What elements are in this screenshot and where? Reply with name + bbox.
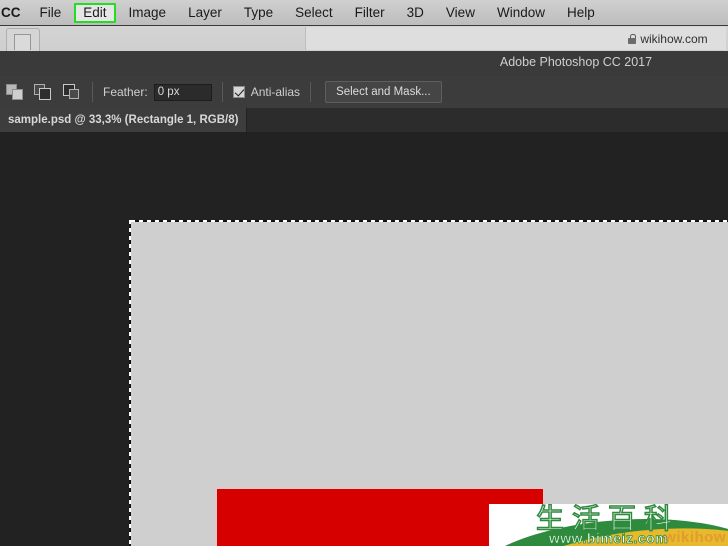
menu-item-layer[interactable]: Layer xyxy=(179,3,231,23)
browser-chrome: wikihow.com xyxy=(0,26,728,51)
selection-marquee-top xyxy=(131,220,728,222)
antialias-option[interactable]: Anti-alias xyxy=(232,85,301,99)
menu-item-select[interactable]: Select xyxy=(286,3,342,23)
antialias-label: Anti-alias xyxy=(250,85,301,99)
document-tab[interactable]: sample.psd @ 33,3% (Rectangle 1, RGB/8) xyxy=(0,108,248,132)
menu-item-help[interactable]: Help xyxy=(558,3,604,23)
browser-tab-strip: wikihow.com xyxy=(0,26,728,51)
feather-input[interactable] xyxy=(153,83,212,101)
selection-marquee-left xyxy=(129,220,131,546)
select-and-mask-button[interactable]: Select and Mask... xyxy=(325,81,442,103)
menu-item-view[interactable]: View xyxy=(437,3,484,23)
menu-item-edit[interactable]: Edit xyxy=(74,2,116,23)
menu-item-file[interactable]: File xyxy=(31,3,71,23)
menu-item-filter[interactable]: Filter xyxy=(346,3,394,23)
menu-item-3d[interactable]: 3D xyxy=(398,3,433,23)
antialias-checkbox[interactable] xyxy=(232,86,245,98)
canvas-workspace[interactable] xyxy=(0,132,728,546)
menu-item-type[interactable]: Type xyxy=(235,3,282,23)
document-tab-bar: sample.psd @ 33,3% (Rectangle 1, RGB/8) xyxy=(0,108,728,133)
photoshop-screenshot: CC File Edit Image Layer Type Select Fil… xyxy=(0,0,728,546)
menu-bar: CC File Edit Image Layer Type Select Fil… xyxy=(0,0,728,26)
app-title: Adobe Photoshop CC 2017 xyxy=(499,55,653,69)
options-divider-3 xyxy=(310,82,312,102)
app-title-bar: Adobe Photoshop CC 2017 xyxy=(0,51,728,77)
watermark: 生活百科 www.bimeiz.com wikihow xyxy=(489,504,728,546)
browser-address-bar[interactable]: wikihow.com xyxy=(305,27,726,50)
menu-item-image[interactable]: Image xyxy=(120,3,176,23)
menu-item-window[interactable]: Window xyxy=(488,3,554,23)
menu-item-app-name[interactable]: CC xyxy=(0,3,27,23)
watermark-ghost-text: wikihow xyxy=(664,529,726,546)
browser-tab[interactable] xyxy=(6,28,40,51)
options-divider-1 xyxy=(92,82,93,102)
document-tab-label: sample.psd @ 33,3% (Rectangle 1, RGB/8) xyxy=(8,114,239,126)
browser-url-text: wikihow.com xyxy=(640,31,708,46)
lock-icon xyxy=(628,33,637,44)
selection-mode-group xyxy=(0,81,82,103)
overlapping-squares-add-icon[interactable] xyxy=(32,81,54,103)
feather-label: Feather: xyxy=(103,85,148,99)
options-divider-2 xyxy=(221,82,223,102)
options-bar: Feather: Anti-alias Select and Mask... xyxy=(0,76,728,109)
overlapping-squares-subtract-icon[interactable] xyxy=(60,81,82,103)
overlapping-squares-new-icon[interactable] xyxy=(4,81,26,103)
